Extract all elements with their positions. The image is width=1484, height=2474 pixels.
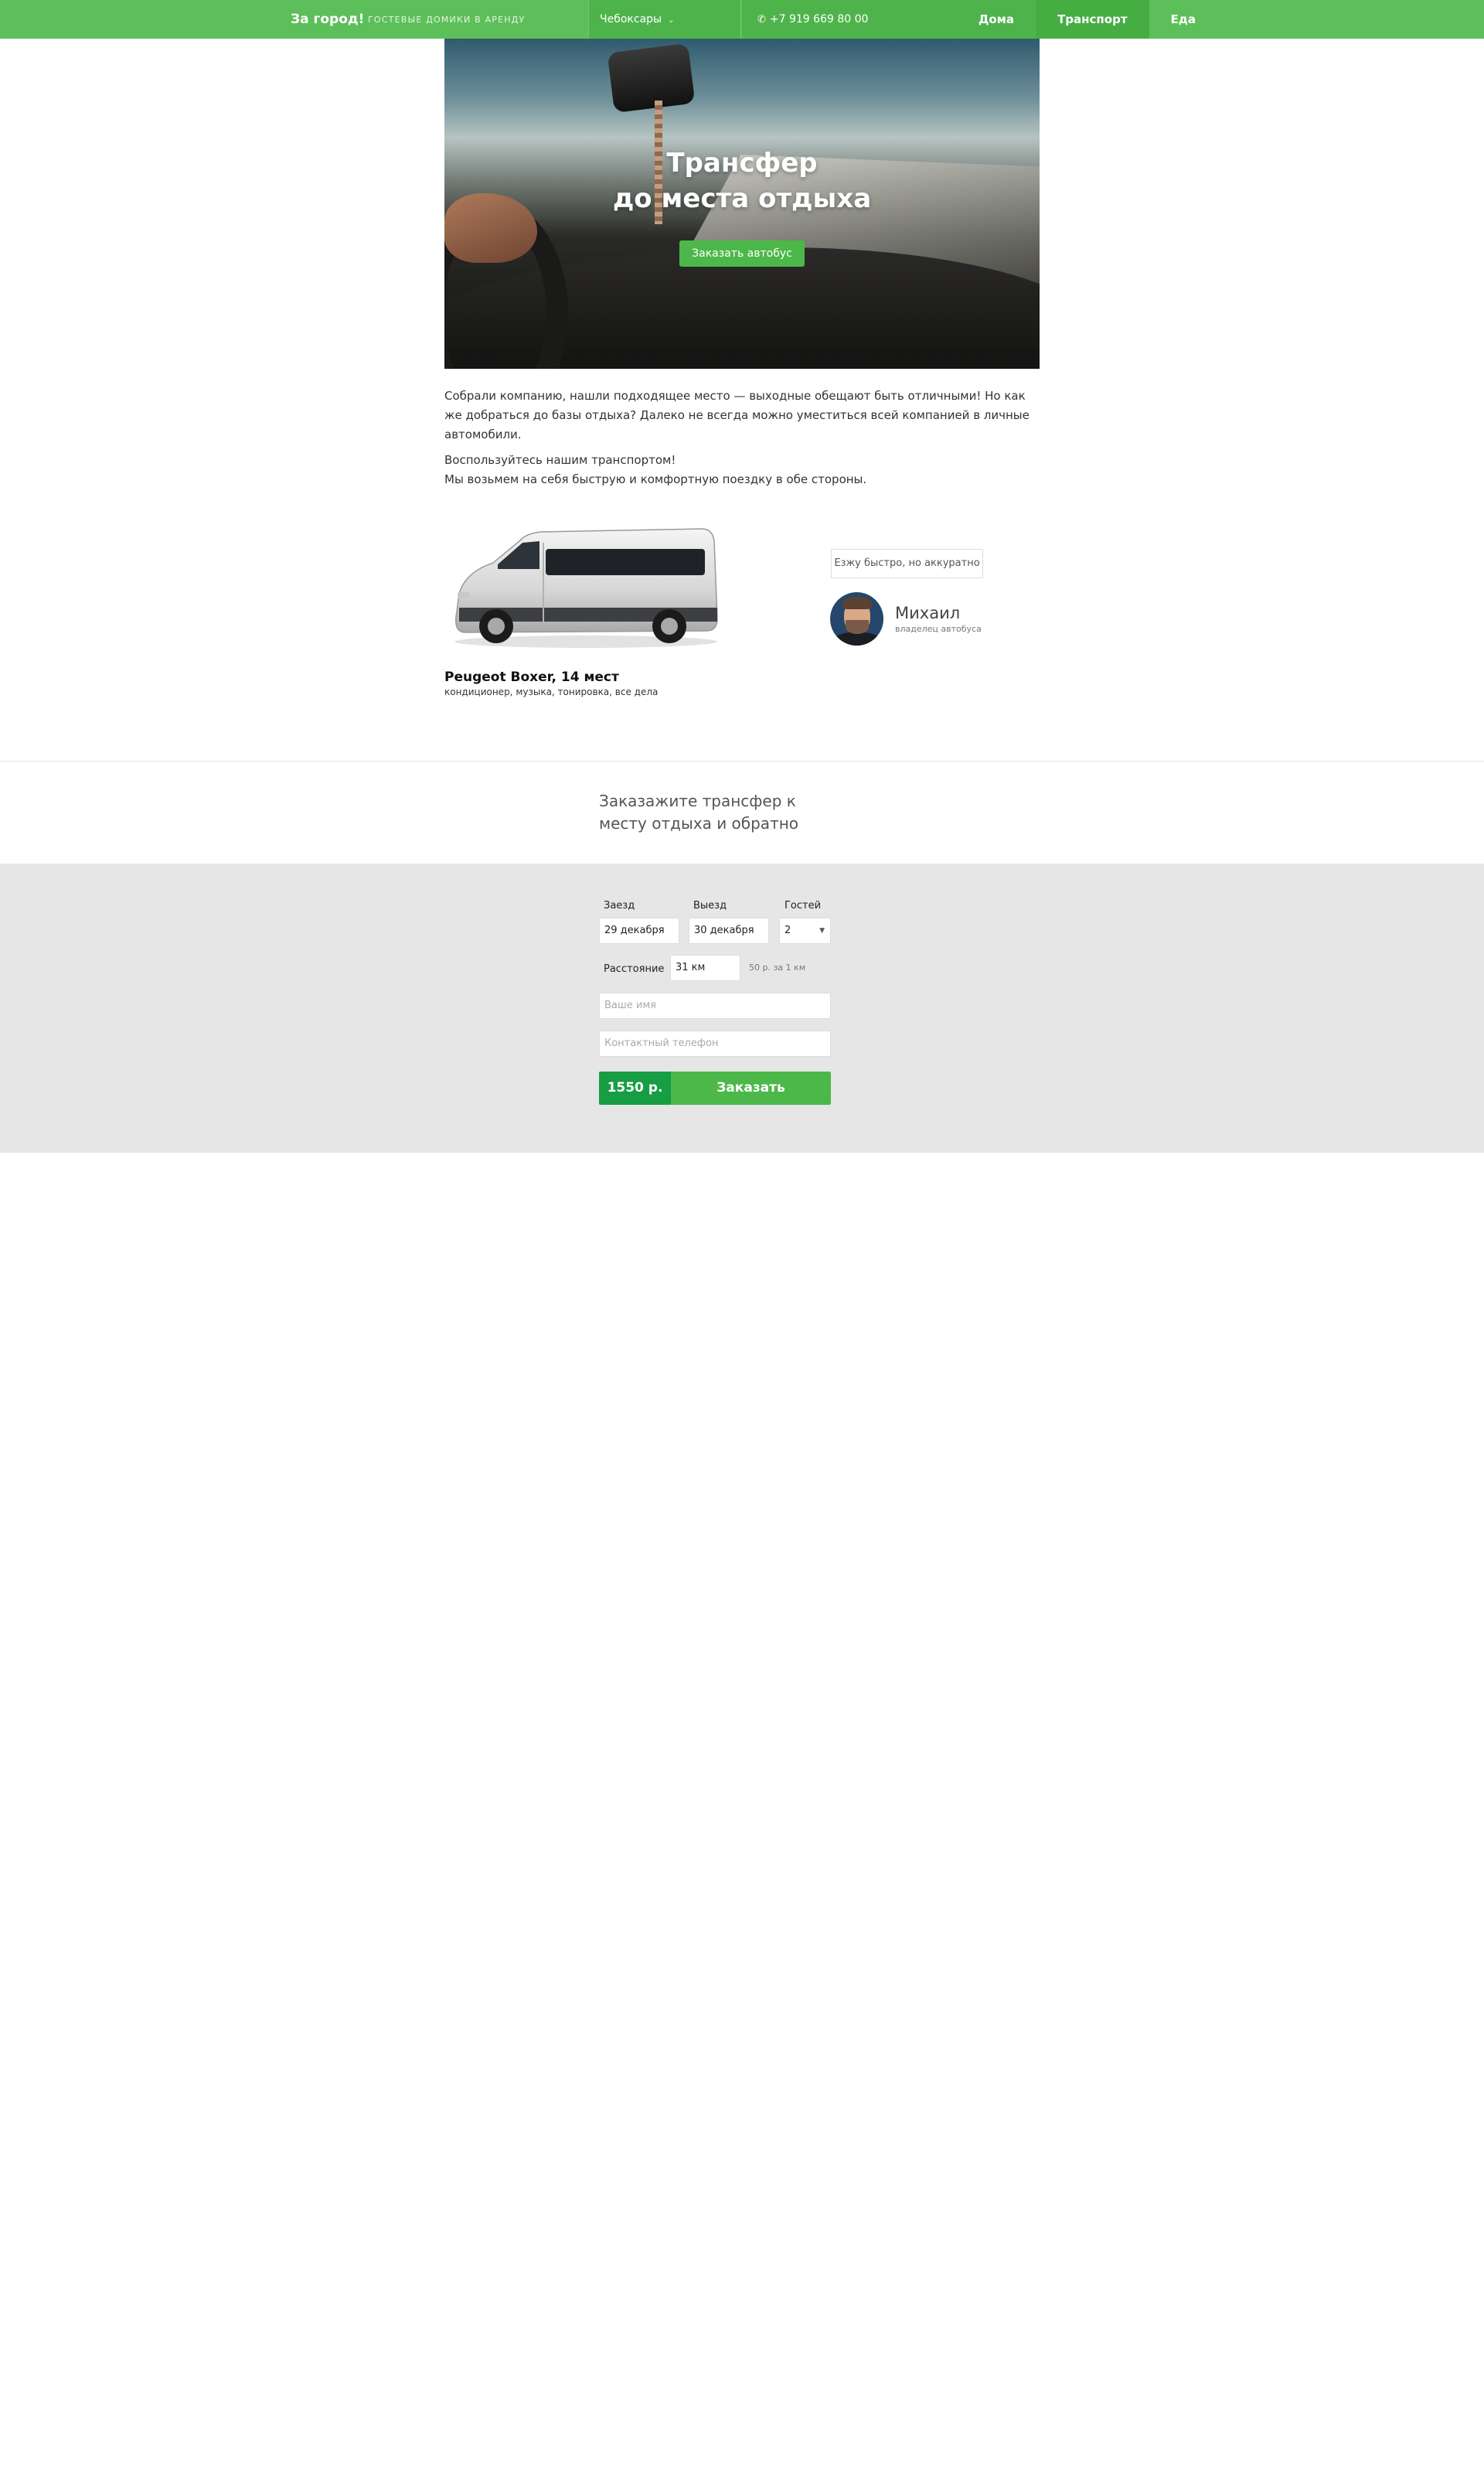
chevron-down-icon: ⌄	[668, 16, 675, 25]
van-image	[448, 518, 723, 649]
phone-input[interactable]: Контактный телефон	[599, 1031, 831, 1057]
intro-paragraph-2-line1: Воспользуйтесь нашим транспортом!	[444, 453, 676, 467]
price-per-km-note: 50 р. за 1 км	[749, 963, 805, 973]
order-price: 1550 р.	[599, 1072, 671, 1105]
hero-banner: Трансфер до места отдыха Заказать автобу…	[444, 39, 1040, 369]
hero-title-line2: до места отдыха	[612, 183, 872, 214]
hero-title: Трансфер до места отдыха	[444, 145, 1040, 216]
checkout-label: Выезд	[693, 900, 727, 912]
main-nav: Дома Транспорт Еда	[957, 0, 1217, 39]
brand-logo[interactable]: За город!	[291, 0, 364, 39]
order-section-title: Заказажите трансфер к месту отдыха и обр…	[599, 792, 799, 833]
triangle-down-icon: ▼	[819, 927, 825, 935]
brand-tagline: гостевые домики в аренду	[368, 15, 526, 25]
avatar-beard	[846, 620, 869, 634]
guests-label: Гостей	[785, 900, 822, 912]
avatar-hair	[842, 597, 872, 609]
checkin-label: Заезд	[604, 900, 635, 912]
nav-item-transport[interactable]: Транспорт	[1036, 0, 1149, 39]
van-features: кондиционер, музыка, тонировка, все дела	[444, 687, 659, 697]
van-illustration	[454, 528, 718, 648]
city-label: Чебоксары	[600, 13, 662, 26]
checkin-date-field[interactable]: 29 декабря	[599, 918, 679, 944]
hero-mirror-image	[607, 43, 696, 114]
intro-paragraph-2-line2: Мы возьмем на себя быструю и комфортную …	[444, 472, 867, 486]
order-bus-button[interactable]: Заказать автобус	[679, 240, 805, 267]
intro-paragraph-1: Собрали компанию, нашли подходящее место…	[444, 389, 1030, 441]
distance-field[interactable]: 31 км	[670, 955, 740, 981]
owner-role: владелец автобуса	[895, 624, 982, 634]
nav-item-houses[interactable]: Дома	[957, 0, 1036, 39]
top-navigation-bar: За город! гостевые домики в аренду Чебок…	[0, 0, 1484, 39]
phone-text: +7 919 669 80 00	[769, 13, 869, 26]
distance-label: Расстояние	[604, 963, 665, 975]
intro-text: Собрали компанию, нашли подходящее место…	[444, 387, 1040, 496]
hero-title-line1: Трансфер	[666, 148, 818, 179]
order-submit-label: Заказать	[671, 1072, 831, 1105]
order-submit-button[interactable]: 1550 р. Заказать	[599, 1072, 831, 1105]
city-selector[interactable]: Чебоксары ⌄	[588, 0, 741, 39]
phone-icon: ✆	[757, 14, 766, 26]
checkout-date-field[interactable]: 30 декабря	[689, 918, 769, 944]
intro-paragraph-2: Воспользуйтесь нашим транспортом! Мы воз…	[444, 451, 1040, 489]
section-divider	[0, 761, 1484, 762]
owner-name: Михаил	[895, 604, 961, 622]
avatar-body	[833, 632, 881, 646]
van-name: Peugeot Boxer, 14 мест	[444, 670, 619, 685]
owner-quote: Езжу быстро, но аккуратно	[831, 549, 983, 578]
guests-value: 2	[785, 925, 791, 936]
guests-select[interactable]: 2 ▼	[779, 918, 831, 944]
nav-item-food[interactable]: Еда	[1149, 0, 1217, 39]
owner-avatar	[830, 592, 883, 646]
name-input[interactable]: Ваше имя	[599, 993, 831, 1019]
